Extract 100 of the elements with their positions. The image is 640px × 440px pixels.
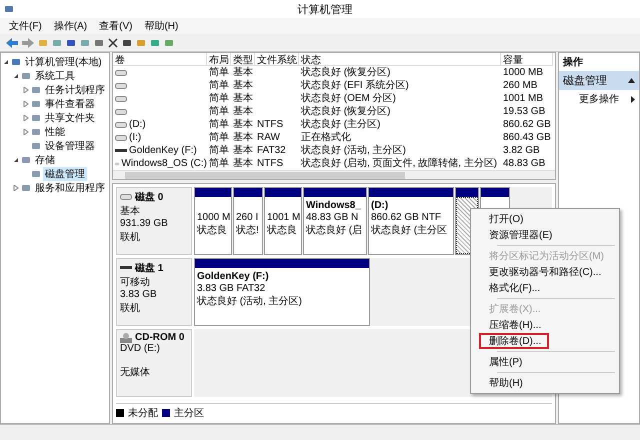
disk-detail: 无媒体: [120, 366, 151, 379]
menu-item[interactable]: 更改驱动器号和路径(C)...: [479, 264, 615, 280]
partition-detail: 3.83 GB FAT32: [197, 283, 266, 294]
column-header[interactable]: 布局: [207, 53, 231, 66]
table-cell: 基本: [233, 92, 253, 105]
action-item[interactable]: 更多操作: [559, 90, 639, 108]
menu-item[interactable]: 格式化(F)...: [479, 280, 615, 296]
partition-block[interactable]: 1001 M 状态良: [264, 187, 302, 255]
menu-item[interactable]: 资源管理器(E): [479, 227, 615, 243]
menu-item[interactable]: 帮助(H): [141, 19, 182, 33]
table-cell: 简单: [209, 131, 229, 144]
disk-name: 磁盘 0: [135, 190, 164, 204]
table-cell: 3.82 GB: [503, 144, 540, 157]
table-cell: 1001 MB: [503, 92, 544, 105]
tree-item[interactable]: 存储: [33, 153, 57, 167]
partition-block[interactable]: 1000 M 状态良: [194, 187, 232, 255]
collapsed-arrow-icon[interactable]: [13, 185, 19, 191]
legend-label: 主分区: [174, 406, 204, 420]
column-header[interactable]: 类型: [231, 53, 255, 66]
partition-header-bar: [265, 188, 301, 197]
menu-item[interactable]: 操作(A): [50, 19, 90, 33]
tree-item[interactable]: 计算机管理(本地): [23, 55, 104, 69]
partition-title: Windows8_: [306, 200, 362, 212]
table-cell: NTFS: [257, 118, 284, 131]
delete-icon[interactable]: [108, 38, 118, 48]
forward-arrow-icon[interactable]: [22, 38, 34, 48]
menu-item[interactable]: 删除卷(D)...: [479, 333, 549, 349]
tree-item[interactable]: 性能: [43, 125, 67, 139]
disk-info-panel[interactable]: CD-ROM 0 DVD (E:) 无媒体: [116, 329, 192, 397]
tree-item[interactable]: 系统工具: [33, 69, 77, 83]
column-header[interactable]: 容量: [501, 53, 553, 66]
partition-detail: 状态良好 (启: [306, 224, 364, 237]
partition-detail: 860.62 GB NTF: [371, 212, 442, 223]
partition-block[interactable]: 260 I 状态!: [233, 187, 263, 255]
expanded-arrow-icon[interactable]: [3, 59, 9, 65]
disk-info-panel[interactable]: 磁盘 1 可移动 3.83 GB 联机: [116, 258, 192, 326]
tree-item[interactable]: 任务计划程序: [43, 83, 107, 97]
disk-drive-icon: [115, 70, 127, 76]
partition-detail: 状态!: [236, 224, 260, 237]
collapsed-arrow-icon[interactable]: [23, 101, 29, 107]
table-cell: GoldenKey (F:): [129, 144, 197, 157]
disk-drive-icon: [120, 194, 132, 200]
menu-item[interactable]: 压缩卷(H)...: [479, 317, 615, 333]
table-cell: Windows8_OS (C:): [121, 157, 207, 170]
menu-item[interactable]: 打开(O): [479, 211, 615, 227]
disk-drive-icon: [115, 96, 127, 102]
actions-title: 操作: [562, 56, 584, 70]
tree-item[interactable]: 磁盘管理: [43, 167, 87, 181]
partition-detail: 1001 M: [267, 212, 299, 223]
menu-item[interactable]: 查看(V): [96, 19, 136, 33]
window-title: 计算机管理: [296, 2, 354, 16]
expanded-arrow-icon[interactable]: [13, 73, 19, 79]
disk-name: 磁盘 1: [135, 262, 164, 275]
table-cell: 860.43 GB: [503, 131, 551, 144]
collapsed-arrow-icon[interactable]: [23, 129, 29, 135]
menu-item[interactable]: 文件(F): [6, 19, 45, 33]
actions-section-header[interactable]: 磁盘管理: [559, 71, 639, 90]
table-cell: 简单: [209, 118, 229, 131]
menu-item[interactable]: 帮助(H): [479, 375, 615, 391]
tree-item[interactable]: 设备管理器: [43, 139, 97, 153]
disk-info-panel[interactable]: 磁盘 0 基本 931.39 GB 联机: [116, 187, 192, 255]
disk-detail: 基本: [120, 204, 141, 218]
table-cell: 状态良好 (EFI 系统分区): [301, 79, 409, 92]
collapsed-arrow-icon[interactable]: [23, 115, 29, 121]
disk-detail: 联机: [120, 302, 141, 315]
back-arrow-icon[interactable]: [6, 38, 18, 48]
tree-item[interactable]: 共享文件夹: [43, 111, 97, 125]
disk-detail: 3.83 GB: [120, 289, 158, 301]
collapsed-arrow-icon[interactable]: [23, 87, 29, 93]
partition-detail: 状态良: [267, 224, 298, 237]
table-cell: (I:): [129, 131, 142, 144]
usb-drive-icon: [120, 265, 132, 271]
table-cell: 基本: [233, 66, 253, 79]
partition-title: GoldenKey (F:): [197, 271, 270, 283]
table-cell: 简单: [209, 157, 229, 170]
tree-item[interactable]: 事件查看器: [43, 97, 97, 111]
menu-item[interactable]: 属性(P): [479, 354, 615, 370]
usb-drive-icon: [115, 148, 127, 154]
partition-header-bar: [304, 188, 366, 197]
table-cell: NTFS: [257, 157, 284, 170]
partition-block[interactable]: GoldenKey (F:) 3.83 GB FAT32 状态良好 (活动, 主分区): [194, 258, 370, 326]
column-header[interactable]: 卷: [113, 53, 207, 66]
submenu-arrow-icon: [631, 96, 635, 102]
scrollbar-thumb[interactable]: [125, 172, 405, 178]
partition-block[interactable]: Windows8_ 48.83 GB N 状态良好 (启: [303, 187, 367, 255]
table-cell: 简单: [209, 66, 229, 79]
table-cell: 正在格式化: [301, 131, 351, 144]
disk-drive-icon: [115, 134, 127, 140]
disk-detail: 联机: [120, 230, 141, 244]
partition-block[interactable]: (D:) 860.62 GB NTF 状态良好 (主分区: [368, 187, 454, 255]
table-cell: 状态良好 (恢复分区): [301, 66, 390, 79]
tree-item[interactable]: 服务和应用程序: [33, 181, 107, 195]
expanded-arrow-icon[interactable]: [13, 157, 19, 163]
partition-header-bar: [195, 188, 231, 197]
column-header[interactable]: 文件系统: [255, 53, 299, 66]
partition-detail: 48.83 GB N: [306, 212, 360, 223]
table-cell: 状态良好 (活动, 主分区): [301, 144, 406, 157]
column-header[interactable]: 状态: [299, 53, 501, 66]
table-cell: 基本: [233, 131, 253, 144]
disk-drive-icon: [115, 160, 120, 166]
